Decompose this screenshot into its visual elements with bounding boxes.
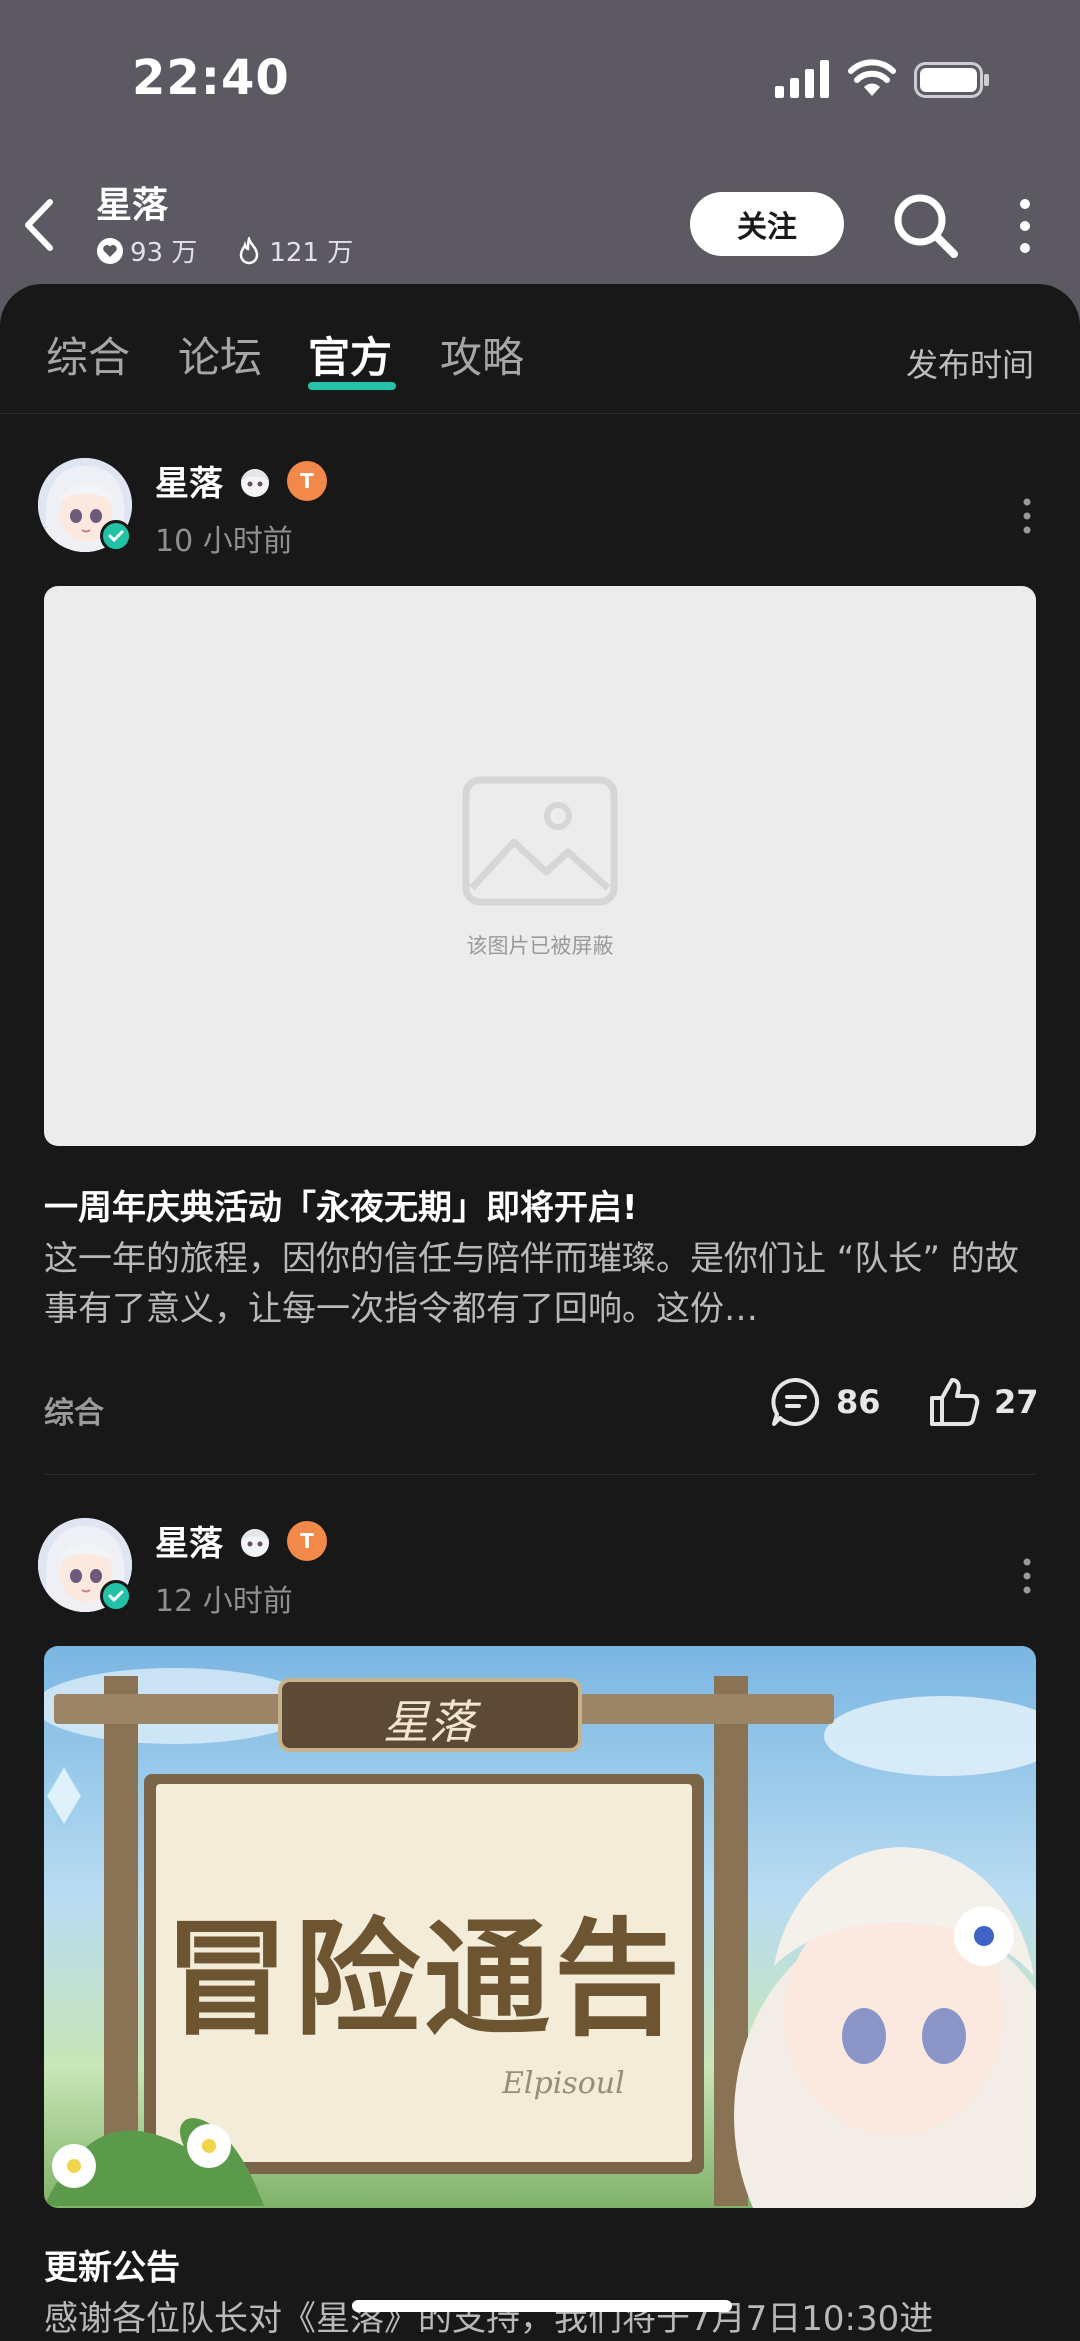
follow-button[interactable]: 关注: [690, 192, 844, 256]
post-category[interactable]: 综合: [44, 1388, 104, 1432]
author-line: 星落 T: [155, 456, 327, 505]
channel-stats: 93 万 121 万: [96, 232, 353, 269]
author-line: 星落 T: [155, 1516, 327, 1565]
image-placeholder-icon: [462, 776, 618, 906]
post-title[interactable]: 更新公告: [44, 2240, 180, 2289]
verified-badge-icon: [100, 1580, 132, 1612]
active-tab-indicator: [308, 382, 396, 390]
post-time: 10 小时前: [155, 524, 293, 559]
back-arrow-icon[interactable]: [14, 190, 74, 260]
announcement-banner-image[interactable]: 星落 冒险通告 Elpisoul: [44, 1646, 1036, 2208]
avatar[interactable]: [38, 458, 132, 552]
blocked-image-placeholder[interactable]: 该图片已被屏蔽: [44, 586, 1036, 1146]
status-bar: 22:40: [0, 0, 1080, 160]
tab-guides[interactable]: 攻略: [440, 324, 524, 385]
comment-icon: [771, 1377, 820, 1426]
mascot-icon: [241, 1528, 269, 1557]
search-icon[interactable]: [890, 190, 962, 262]
banner-logo-text: 星落: [383, 1695, 475, 1749]
post-excerpt[interactable]: 这一年的旅程，因你的信任与陪伴而璀璨。是你们让 “队长” 的故事有了意义，让每一…: [44, 1234, 1044, 1335]
banner-signature: Elpisoul: [502, 2066, 625, 2101]
wifi-icon: [848, 59, 896, 96]
post-time: 12 小时前: [155, 1584, 293, 1619]
comment-count: 86: [836, 1383, 881, 1421]
post-divider: [44, 1474, 1036, 1475]
battery-icon: [914, 62, 989, 98]
verified-badge-icon: [100, 520, 132, 552]
thumbs-up-icon: [930, 1378, 980, 1426]
post-title[interactable]: 一周年庆典活动「永夜无期」即将开启!: [44, 1180, 638, 1229]
tab-bar: 综合 论坛 官方 攻略 发布时间: [0, 284, 1080, 414]
author-name[interactable]: 星落: [155, 456, 223, 505]
home-indicator[interactable]: [352, 2300, 732, 2312]
post-more-icon[interactable]: [1020, 496, 1034, 536]
avatar[interactable]: [38, 1518, 132, 1612]
banner-headline: 冒险通告: [164, 1905, 684, 2053]
author-name[interactable]: 星落: [155, 1516, 223, 1565]
blocked-image-text: 该图片已被屏蔽: [466, 934, 614, 958]
tab-general[interactable]: 综合: [46, 324, 130, 385]
followers-count: 93 万: [130, 238, 198, 268]
tab-forum[interactable]: 论坛: [178, 324, 262, 385]
level-badge: T: [287, 1520, 327, 1561]
mascot-icon: [241, 468, 269, 497]
post-more-icon[interactable]: [1020, 1556, 1034, 1596]
sort-by-time-button[interactable]: 发布时间: [906, 340, 1034, 386]
heart-badge-icon: [97, 237, 123, 264]
like-button[interactable]: 27: [926, 1374, 1039, 1430]
channel-title: 星落: [96, 185, 169, 226]
status-time: 22:40: [132, 50, 290, 106]
flame-icon: [240, 236, 259, 264]
channel-header: 星落 93 万 121 万 关注: [0, 170, 1080, 280]
like-count: 27: [994, 1383, 1039, 1421]
level-badge: T: [287, 460, 327, 501]
heat-count: 121 万: [269, 238, 354, 268]
more-vertical-icon[interactable]: [1008, 192, 1042, 260]
tab-official[interactable]: 官方: [308, 324, 392, 385]
content-sheet: 综合 论坛 官方 攻略 发布时间 星落 T 10 小时前 该图片已被屏蔽 一周年…: [0, 284, 1080, 2341]
cellular-signal-icon: [775, 60, 829, 98]
comment-button[interactable]: 86: [768, 1374, 881, 1430]
